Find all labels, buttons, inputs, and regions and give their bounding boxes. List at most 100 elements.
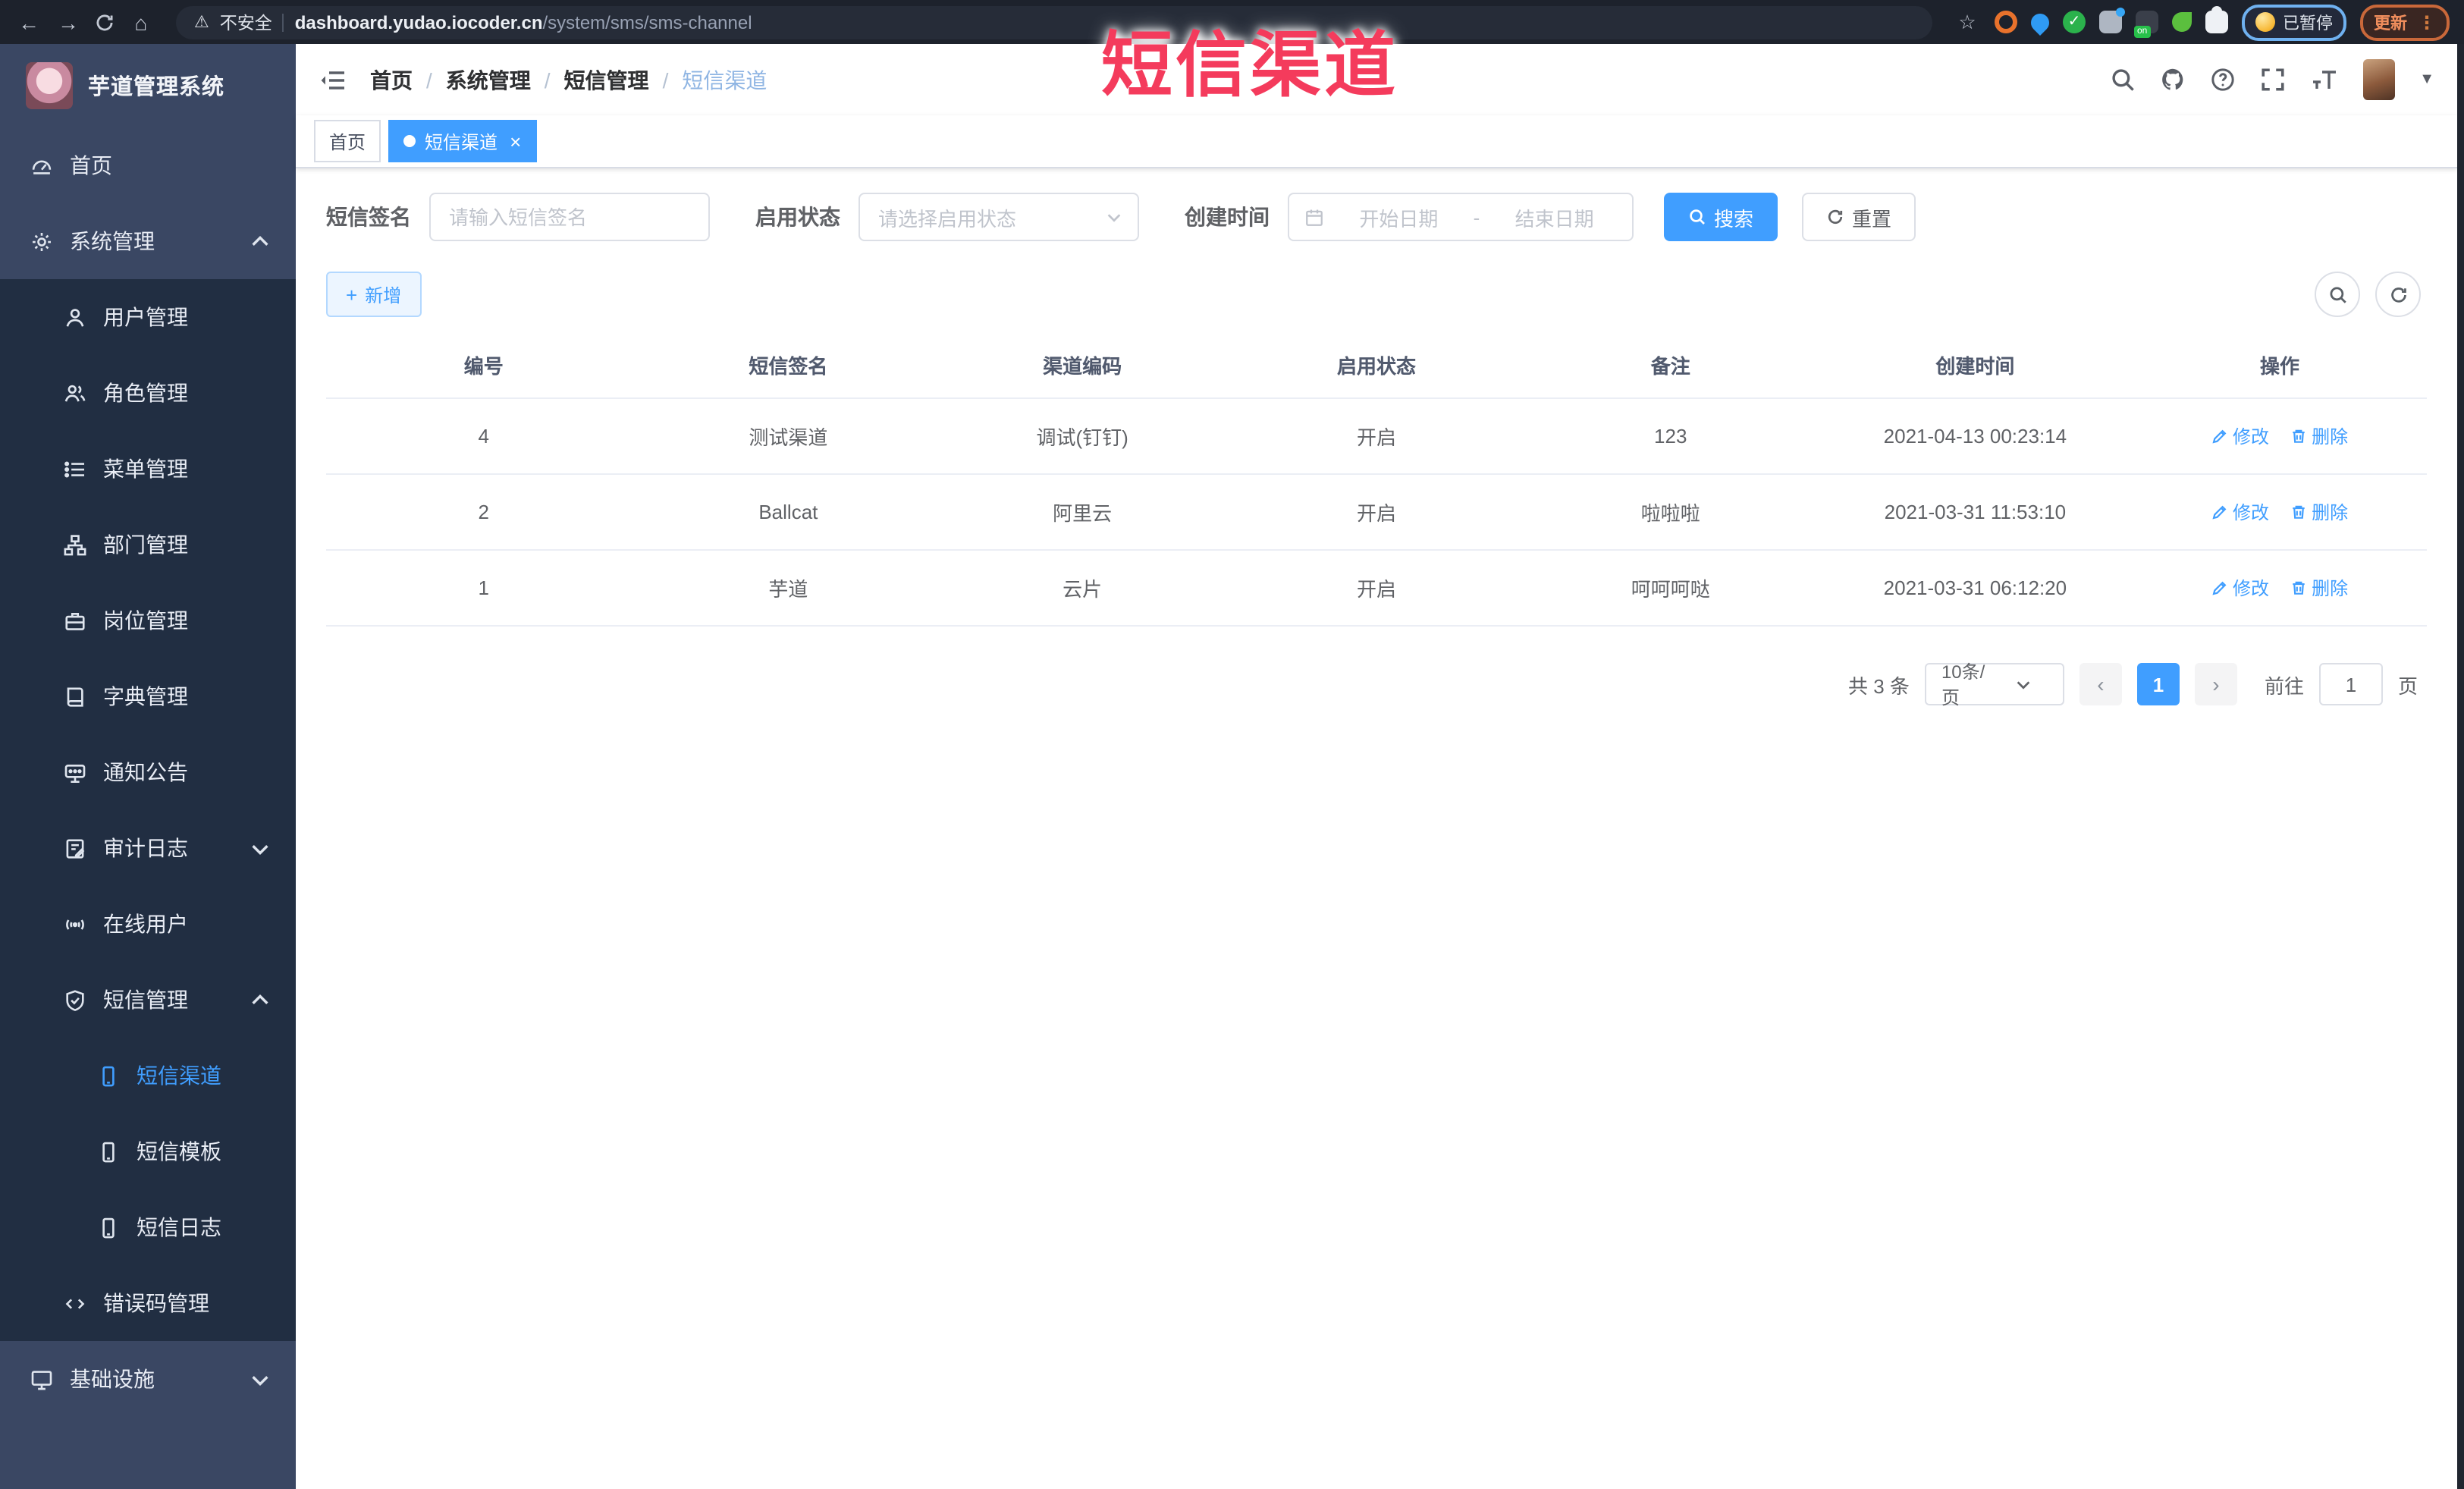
browser-home-icon[interactable]: ⌂: [127, 10, 155, 34]
reset-button[interactable]: 重置: [1802, 193, 1916, 241]
address-bar[interactable]: ⚠ 不安全 dashboard.yudao.iocoder.cn/system/…: [176, 5, 1932, 39]
sidebar-collapse-icon[interactable]: [319, 68, 346, 92]
security-warning-icon: ⚠: [194, 14, 209, 32]
user-avatar[interactable]: [2363, 59, 2396, 100]
toggle-search-button[interactable]: [2315, 272, 2360, 317]
cell-actions: 修改 删除: [2133, 474, 2427, 551]
extension-tabs-icon[interactable]: [2099, 8, 2125, 33]
profile-paused-badge[interactable]: 已暂停: [2242, 4, 2346, 40]
notice-icon: [64, 761, 86, 784]
table-header-row: 编号 短信签名 渠道编码 启用状态 备注 创建时间 操作: [326, 338, 2427, 399]
table-column-header: 短信签名: [641, 338, 936, 399]
browser-extensions-area: ☆ ✓ on 已暂停 更新 ⋮: [1954, 4, 2450, 40]
date-range-picker[interactable]: 开始日期 - 结束日期: [1288, 193, 1634, 241]
sign-input[interactable]: [429, 193, 710, 241]
delete-link[interactable]: 删除: [2290, 423, 2348, 449]
browser-reload-icon[interactable]: [94, 11, 115, 33]
search-button[interactable]: 搜索: [1664, 193, 1778, 241]
edit-link[interactable]: 修改: [2211, 423, 2269, 449]
next-page-button[interactable]: ›: [2194, 663, 2237, 705]
avatar-caret-down-icon[interactable]: ▼: [2419, 71, 2434, 88]
sidebar-item-13[interactable]: 短信模板: [0, 1114, 296, 1189]
delete-link[interactable]: 删除: [2290, 499, 2348, 525]
sidebar-item-15[interactable]: 错误码管理: [0, 1265, 296, 1341]
breadcrumb-item[interactable]: 短信管理: [564, 64, 649, 95]
url-path: /system/sms/sms-channel: [542, 11, 752, 33]
tags-view-bar: 首页 短信渠道 ×: [296, 115, 2457, 168]
fullscreen-icon[interactable]: [2260, 67, 2286, 93]
sidebar-item-label: 短信日志: [137, 1215, 221, 1239]
table-row: 1 芋道 云片 开启 呵呵呵哒 2021-03-31 06:12:20 修改 删除: [326, 550, 2427, 627]
log-icon: [64, 837, 86, 859]
sidebar-item-10[interactable]: 在线用户: [0, 886, 296, 962]
table-column-header: 渠道编码: [935, 338, 1230, 399]
sidebar-item-16[interactable]: 基础设施: [0, 1341, 296, 1417]
chevron-up-icon: [249, 988, 272, 1011]
close-tab-icon[interactable]: ×: [510, 131, 521, 151]
github-icon[interactable]: [2160, 67, 2186, 93]
browser-menu-dots-icon[interactable]: ⋮: [2418, 11, 2436, 33]
dict-icon: [64, 685, 86, 708]
sidebar-item-6[interactable]: 岗位管理: [0, 583, 296, 658]
sidebar-item-12[interactable]: 短信渠道: [0, 1038, 296, 1114]
delete-trash-icon: [2290, 504, 2307, 520]
extension-pin-icon[interactable]: [2027, 9, 2053, 35]
add-button[interactable]: + 新增: [326, 272, 422, 317]
phone-icon: [97, 1216, 120, 1239]
delete-trash-icon: [2290, 428, 2307, 445]
extension-leaf-icon[interactable]: [2172, 12, 2192, 32]
refresh-table-button[interactable]: [2375, 272, 2421, 317]
sidebar-item-9[interactable]: 审计日志: [0, 810, 296, 886]
page-size-select[interactable]: 10条/页: [1924, 661, 2064, 708]
sidebar-item-7[interactable]: 字典管理: [0, 658, 296, 734]
prev-page-button[interactable]: ‹: [2079, 663, 2122, 705]
cell-remark: 啦啦啦: [1523, 474, 1818, 551]
sidebar-item-label: 部门管理: [103, 532, 188, 557]
browser-update-button[interactable]: 更新 ⋮: [2360, 4, 2450, 40]
sidebar-item-14[interactable]: 短信日志: [0, 1189, 296, 1265]
cell-id: 1: [326, 550, 642, 627]
cell-id: 4: [326, 398, 642, 475]
end-date-placeholder: 结束日期: [1514, 207, 1594, 230]
edit-pencil-icon: [2211, 428, 2228, 445]
paused-label: 已暂停: [2283, 14, 2333, 33]
bookmark-star-icon[interactable]: ☆: [1954, 10, 1981, 34]
sidebar-item-0[interactable]: 首页: [0, 127, 296, 203]
goto-page-input[interactable]: [2318, 663, 2383, 705]
user-icon: [64, 306, 86, 328]
sidebar-item-label: 用户管理: [103, 305, 188, 329]
extension-video-icon[interactable]: on: [2134, 11, 2158, 38]
cell-sign: 芋道: [641, 550, 936, 627]
current-page-button[interactable]: 1: [2136, 663, 2180, 705]
sidebar-item-11[interactable]: 短信管理: [0, 962, 296, 1038]
sidebar-item-1[interactable]: 系统管理: [0, 203, 296, 279]
sidebar-menu: 首页 系统管理用户管理角色管理 菜单管理部门管理岗位管理 字典管理 通知公告 审计日志 在线…: [0, 127, 296, 1489]
sidebar-item-4[interactable]: 菜单管理: [0, 431, 296, 507]
extensions-puzzle-icon[interactable]: [2205, 6, 2228, 33]
sidebar-item-8[interactable]: 通知公告: [0, 734, 296, 810]
table-column-header: 启用状态: [1229, 338, 1524, 399]
tab-首页[interactable]: 首页: [314, 120, 381, 162]
sidebar-item-2[interactable]: 用户管理: [0, 279, 296, 355]
sidebar-logo[interactable]: 芋道管理系统: [0, 44, 296, 127]
page-scrollbar[interactable]: [2457, 44, 2464, 1489]
extension-orange-ring-icon[interactable]: [1995, 11, 2017, 33]
sidebar-item-5[interactable]: 部门管理: [0, 507, 296, 583]
status-select[interactable]: 请选择启用状态: [858, 193, 1139, 241]
sidebar-item-3[interactable]: 角色管理: [0, 355, 296, 431]
cell-code: 云片: [935, 550, 1230, 627]
browser-back-icon[interactable]: ←: [15, 10, 42, 34]
cell-status: 开启: [1229, 550, 1524, 627]
help-question-icon[interactable]: [2210, 67, 2236, 93]
browser-forward-icon[interactable]: →: [55, 10, 82, 34]
breadcrumb-item[interactable]: 首页: [370, 64, 413, 95]
update-label: 更新: [2374, 14, 2407, 33]
delete-link[interactable]: 删除: [2290, 575, 2348, 601]
edit-link[interactable]: 修改: [2211, 575, 2269, 601]
tab-短信渠道[interactable]: 短信渠道 ×: [388, 120, 537, 162]
font-size-icon[interactable]: [2310, 67, 2339, 93]
search-icon[interactable]: [2110, 67, 2136, 93]
edit-link[interactable]: 修改: [2211, 499, 2269, 525]
extension-check-icon[interactable]: ✓: [2063, 11, 2086, 33]
breadcrumb-item[interactable]: 系统管理: [446, 64, 531, 95]
